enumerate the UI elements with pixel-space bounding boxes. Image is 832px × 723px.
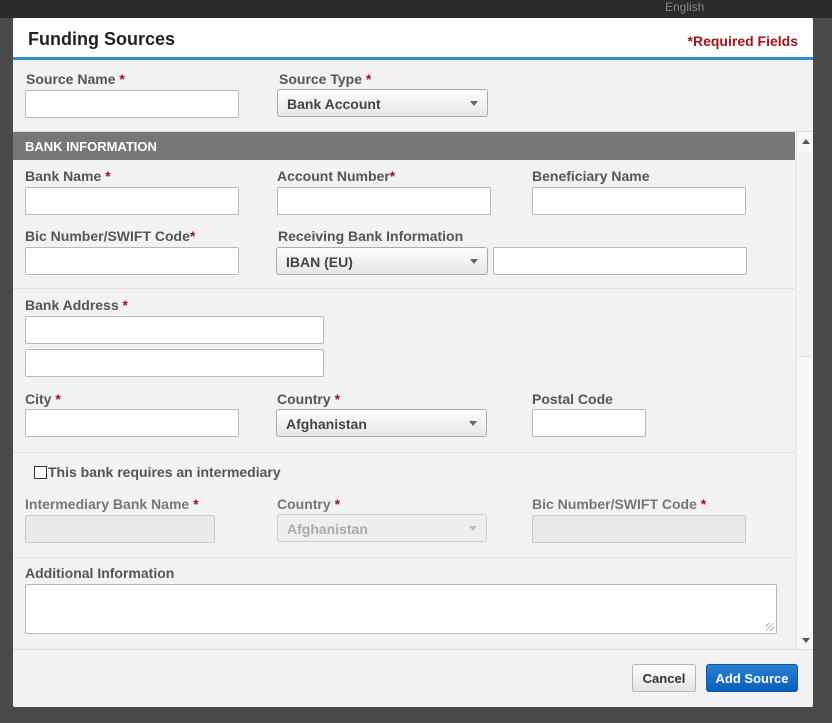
chevron-down-icon — [470, 101, 478, 106]
modal-title: Funding Sources — [28, 29, 176, 49]
beneficiary-name-input[interactable] — [532, 187, 746, 215]
bank-address-label: Bank Address * — [25, 297, 128, 313]
source-type-select[interactable]: Bank Account — [277, 89, 488, 117]
scroll-down-arrow-icon[interactable] — [802, 638, 810, 643]
bic-input[interactable] — [25, 247, 239, 275]
section-divider — [13, 452, 795, 453]
source-name-label: Source Name * — [26, 71, 125, 87]
source-fields: Source Name * Source Type * Bank Account — [13, 63, 813, 131]
intermediary-country-select[interactable]: Afghanistan — [277, 514, 487, 542]
modal-header: Funding Sources *Required Fields — [13, 18, 813, 60]
country-select[interactable]: Afghanistan — [276, 409, 487, 437]
required-asterisk: * — [105, 168, 111, 184]
city-label: City * — [25, 391, 61, 407]
account-number-input[interactable] — [277, 187, 491, 215]
chevron-down-icon — [469, 421, 477, 426]
bank-name-input[interactable] — [25, 187, 239, 215]
required-asterisk: * — [389, 168, 396, 184]
receiving-bank-select[interactable]: IBAN (EU) — [276, 247, 488, 275]
intermediary-country-value: Afghanistan — [287, 521, 368, 537]
intermediary-bic-label: Bic Number/SWIFT Code * — [532, 496, 707, 512]
source-type-label: Source Type * — [279, 71, 372, 87]
receiving-bank-input[interactable] — [493, 247, 747, 275]
chevron-down-icon — [469, 526, 477, 531]
bic-label: Bic Number/SWIFT Code* — [25, 228, 196, 244]
intermediary-checkbox-label[interactable]: This bank requires an intermediary — [48, 464, 281, 480]
required-asterisk: * — [700, 496, 707, 512]
country-value: Afghanistan — [286, 416, 367, 432]
intermediary-bank-name-input[interactable] — [25, 515, 215, 543]
postal-code-input[interactable] — [532, 409, 646, 437]
additional-information-textarea[interactable] — [25, 584, 777, 634]
section-divider — [13, 557, 795, 558]
cancel-button[interactable]: Cancel — [632, 664, 696, 692]
scrollbar[interactable] — [796, 132, 813, 649]
country-label: Country * — [277, 391, 341, 407]
required-asterisk: * — [193, 496, 199, 512]
required-asterisk: * — [334, 496, 341, 512]
required-asterisk: * — [365, 71, 372, 87]
required-asterisk: * — [334, 391, 341, 407]
required-asterisk: * — [55, 391, 61, 407]
language-selector: English — [665, 0, 705, 14]
postal-code-label: Postal Code — [532, 391, 613, 407]
bank-address-line1-input[interactable] — [25, 316, 324, 344]
intermediary-checkbox[interactable] — [34, 466, 47, 479]
city-input[interactable] — [25, 409, 239, 437]
bank-information-header: BANK INFORMATION — [13, 132, 795, 160]
additional-information-label: Additional Information — [25, 565, 175, 581]
resize-grip-icon[interactable] — [766, 623, 774, 631]
required-asterisk: * — [189, 228, 196, 244]
source-name-input[interactable] — [25, 90, 239, 118]
intermediary-country-label: Country * — [277, 496, 341, 512]
funding-sources-modal: Funding Sources *Required Fields Source … — [13, 18, 813, 707]
modal-scroll-body[interactable]: BANK INFORMATION Bank Name * Account Num… — [13, 131, 813, 649]
backdrop-topbar — [0, 0, 832, 18]
bank-name-label: Bank Name * — [25, 168, 111, 184]
scroll-up-arrow-icon[interactable] — [802, 139, 810, 144]
receiving-bank-label: Receiving Bank Information — [278, 228, 464, 244]
source-type-value: Bank Account — [287, 96, 381, 112]
required-fields-note: *Required Fields — [687, 33, 798, 49]
account-number-label: Account Number* — [277, 168, 396, 184]
scrollbar-thumb[interactable] — [799, 152, 812, 357]
intermediary-bank-name-label: Intermediary Bank Name * — [25, 496, 199, 512]
required-asterisk: * — [122, 297, 128, 313]
receiving-bank-value: IBAN (EU) — [286, 254, 353, 270]
bank-address-line2-input[interactable] — [25, 349, 324, 377]
chevron-down-icon — [470, 259, 478, 264]
intermediary-bic-input[interactable] — [532, 515, 746, 543]
beneficiary-name-label: Beneficiary Name — [532, 168, 650, 184]
add-source-button[interactable]: Add Source — [706, 664, 798, 692]
section-divider — [13, 288, 795, 289]
modal-footer: Cancel Add Source — [13, 649, 813, 707]
required-asterisk: * — [119, 71, 125, 87]
